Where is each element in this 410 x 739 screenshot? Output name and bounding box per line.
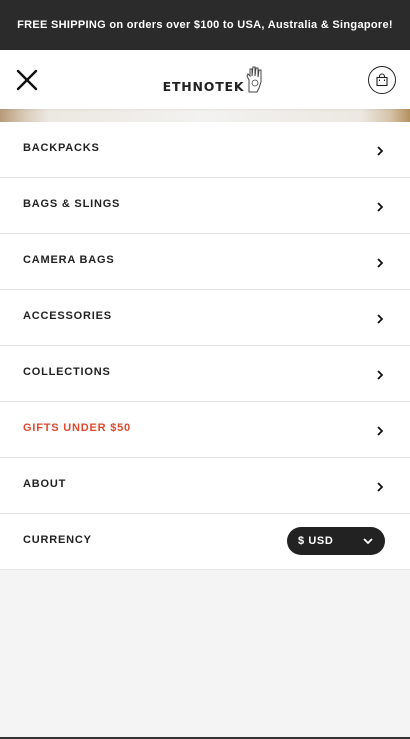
menu-item-label: CAMERA BAGS	[23, 254, 115, 266]
close-menu-button[interactable]	[14, 67, 40, 93]
menu-item-bags-slings[interactable]: BAGS & SLINGS	[0, 178, 410, 234]
currency-label: CURRENCY	[23, 534, 92, 546]
hand-logo-icon	[246, 66, 262, 92]
menu-item-label: BAGS & SLINGS	[23, 198, 121, 210]
menu-item-camera-bags[interactable]: CAMERA BAGS	[0, 234, 410, 290]
mobile-nav-menu: BACKPACKS BAGS & SLINGS CAMERA BAGS ACCE…	[0, 122, 410, 570]
hero-image-strip	[0, 109, 410, 122]
currency-selected-value: $ USD	[298, 535, 334, 547]
chevron-right-icon	[377, 314, 384, 324]
menu-item-label: BACKPACKS	[23, 142, 100, 154]
menu-item-backpacks[interactable]: BACKPACKS	[0, 122, 410, 178]
menu-item-label: ACCESSORIES	[23, 310, 112, 322]
promo-text: FREE SHIPPING on orders over $100 to USA…	[17, 19, 393, 31]
cart-button[interactable]	[368, 65, 396, 94]
chevron-right-icon	[377, 202, 384, 212]
menu-item-collections[interactable]: COLLECTIONS	[0, 346, 410, 402]
currency-row: CURRENCY $ USD	[0, 514, 410, 570]
promo-banner: FREE SHIPPING on orders over $100 to USA…	[0, 0, 410, 50]
chevron-right-icon	[377, 258, 384, 268]
close-icon	[16, 69, 38, 90]
brand-logo[interactable]: ETHNOTEK	[163, 66, 266, 94]
chevron-down-icon	[363, 538, 373, 545]
menu-item-label: GIFTS UNDER $50	[23, 422, 131, 434]
site-header: ETHNOTEK	[0, 50, 410, 109]
chevron-right-icon	[377, 146, 384, 156]
menu-item-about[interactable]: ABOUT	[0, 458, 410, 514]
menu-item-gifts-under-50[interactable]: GIFTS UNDER $50	[0, 402, 410, 458]
logo-text: ETHNOTEK	[162, 78, 245, 94]
currency-select[interactable]: $ USD	[287, 527, 385, 555]
chevron-right-icon	[377, 426, 384, 436]
menu-item-accessories[interactable]: ACCESSORIES	[0, 290, 410, 346]
chevron-right-icon	[377, 370, 384, 380]
menu-item-label: COLLECTIONS	[23, 366, 111, 378]
shopping-bag-icon	[376, 72, 388, 86]
chevron-right-icon	[377, 482, 384, 492]
menu-item-label: ABOUT	[23, 478, 67, 490]
